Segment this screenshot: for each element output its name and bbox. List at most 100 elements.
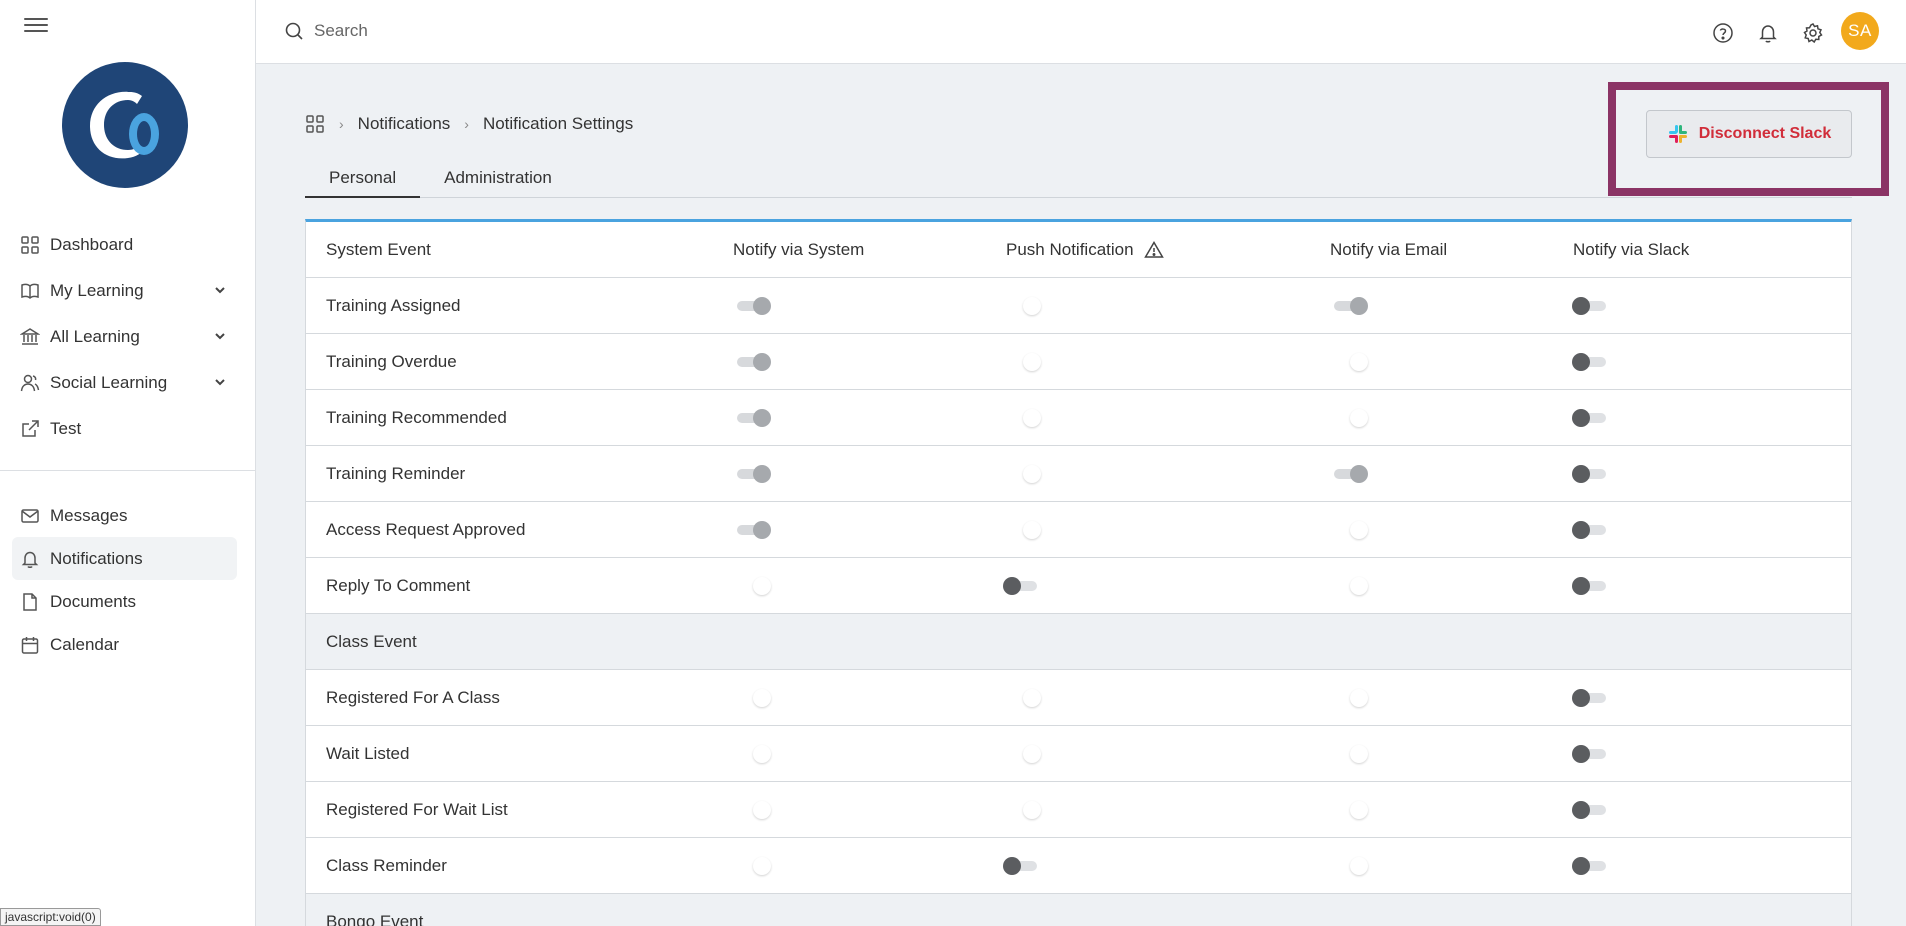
notification-toggle[interactable] (1330, 521, 1368, 539)
apps-grid-icon[interactable] (305, 114, 325, 134)
toggle-knob (1350, 409, 1368, 427)
sidebar-item-calendar[interactable]: Calendar (12, 623, 237, 666)
toggle-knob (753, 577, 771, 595)
toggle-knob (753, 297, 771, 315)
sidebar-item-label: My Learning (50, 281, 144, 300)
sidebar-item-documents[interactable]: Documents (12, 580, 237, 623)
notification-toggle[interactable] (733, 297, 771, 315)
toggle-knob (1023, 745, 1041, 763)
notification-toggle[interactable] (1003, 297, 1041, 315)
institution-icon (20, 327, 40, 347)
event-label: Registered For Wait List (326, 800, 508, 819)
gear-icon[interactable] (1802, 22, 1824, 44)
breadcrumb-notifications[interactable]: Notifications (358, 114, 451, 134)
section-row: Class Event (306, 614, 1851, 670)
bell-icon[interactable] (1757, 22, 1779, 44)
notification-toggle[interactable] (733, 689, 771, 707)
sidebar-item-my-learning[interactable]: My Learning (12, 268, 237, 314)
notification-toggle[interactable] (1330, 577, 1368, 595)
sidebar-item-messages[interactable]: Messages (12, 494, 237, 537)
toggle-knob (1572, 857, 1590, 875)
tab-personal[interactable]: Personal (305, 162, 421, 198)
toggle-knob (1023, 521, 1041, 539)
notification-toggle[interactable] (1003, 409, 1041, 427)
notification-toggle[interactable] (1330, 857, 1368, 875)
event-label: Registered For A Class (326, 688, 500, 707)
toggle-knob (1572, 745, 1590, 763)
notification-toggle[interactable] (1003, 745, 1041, 763)
notification-toggle[interactable] (1572, 353, 1610, 371)
chevron-down-icon[interactable] (213, 283, 227, 297)
notification-toggle[interactable] (1330, 409, 1368, 427)
notification-toggle[interactable] (733, 857, 771, 875)
notification-toggle[interactable] (1572, 577, 1610, 595)
notification-toggle[interactable] (1572, 857, 1610, 875)
notification-toggle[interactable] (1572, 521, 1610, 539)
toggle-knob (1023, 465, 1041, 483)
warning-icon[interactable] (1143, 240, 1164, 260)
notification-toggle[interactable] (1330, 801, 1368, 819)
notification-toggle[interactable] (733, 465, 771, 483)
notification-toggle[interactable] (1330, 297, 1368, 315)
help-icon[interactable] (1712, 22, 1734, 44)
menu-icon[interactable] (24, 18, 48, 34)
notification-toggle[interactable] (1003, 353, 1041, 371)
notification-toggle[interactable] (1330, 465, 1368, 483)
sidebar: Dashboard My Learning All Learning Socia… (0, 0, 256, 926)
notification-toggle[interactable] (1330, 353, 1368, 371)
notification-toggle[interactable] (733, 745, 771, 763)
chevron-down-icon[interactable] (213, 375, 227, 389)
table-row: Training Reminder (306, 446, 1851, 502)
notification-toggle[interactable] (1572, 801, 1610, 819)
search-icon (285, 22, 303, 40)
sidebar-item-notifications[interactable]: Notifications (12, 537, 237, 580)
toggle-knob (1023, 689, 1041, 707)
notification-toggle[interactable] (733, 521, 771, 539)
toggle-knob (753, 521, 771, 539)
main-nav: Dashboard My Learning All Learning Socia… (12, 222, 237, 452)
table-row: Reply To Comment (306, 558, 1851, 614)
column-header: System Event (326, 240, 431, 259)
notification-toggle[interactable] (733, 577, 771, 595)
notification-toggle[interactable] (1003, 689, 1041, 707)
toggle-knob (1350, 689, 1368, 707)
notification-toggle[interactable] (1330, 745, 1368, 763)
table-row: Registered For Wait List (306, 782, 1851, 838)
toggle-knob (753, 465, 771, 483)
notification-toggle[interactable] (1003, 577, 1041, 595)
notification-toggle[interactable] (1003, 521, 1041, 539)
notification-toggle[interactable] (1330, 689, 1368, 707)
notification-toggle[interactable] (1572, 745, 1610, 763)
avatar[interactable]: SA (1841, 12, 1879, 50)
notification-toggle[interactable] (1003, 857, 1041, 875)
sidebar-item-dashboard[interactable]: Dashboard (12, 222, 237, 268)
sidebar-item-label: Social Learning (50, 373, 168, 392)
notification-toggle[interactable] (1572, 689, 1610, 707)
notification-toggle[interactable] (1003, 801, 1041, 819)
toggle-knob (1023, 353, 1041, 371)
chevron-down-icon[interactable] (213, 329, 227, 343)
section-row: Bongo Event (306, 894, 1851, 926)
table-header: System Event Notify via System Push Noti… (306, 222, 1851, 278)
tab-administration[interactable]: Administration (420, 162, 576, 198)
notification-toggle[interactable] (1572, 465, 1610, 483)
toggle-knob (1572, 297, 1590, 315)
sidebar-item-label: Messages (50, 505, 128, 525)
notification-toggle[interactable] (1572, 409, 1610, 427)
sidebar-item-social-learning[interactable]: Social Learning (12, 360, 237, 406)
event-label: Training Reminder (326, 464, 466, 483)
search-input[interactable] (314, 16, 914, 46)
toggle-knob (1350, 801, 1368, 819)
top-bar: SA (256, 0, 1906, 64)
table-row: Access Request Approved (306, 502, 1851, 558)
disconnect-slack-button[interactable]: Disconnect Slack (1646, 110, 1852, 158)
sidebar-item-all-learning[interactable]: All Learning (12, 314, 237, 360)
calendar-icon (20, 635, 40, 655)
notification-toggle[interactable] (733, 353, 771, 371)
notification-toggle[interactable] (733, 409, 771, 427)
notification-toggle[interactable] (733, 801, 771, 819)
notification-toggle[interactable] (1572, 297, 1610, 315)
notification-toggle[interactable] (1003, 465, 1041, 483)
sidebar-item-test[interactable]: Test (12, 406, 237, 452)
table-row: Training Assigned (306, 278, 1851, 334)
